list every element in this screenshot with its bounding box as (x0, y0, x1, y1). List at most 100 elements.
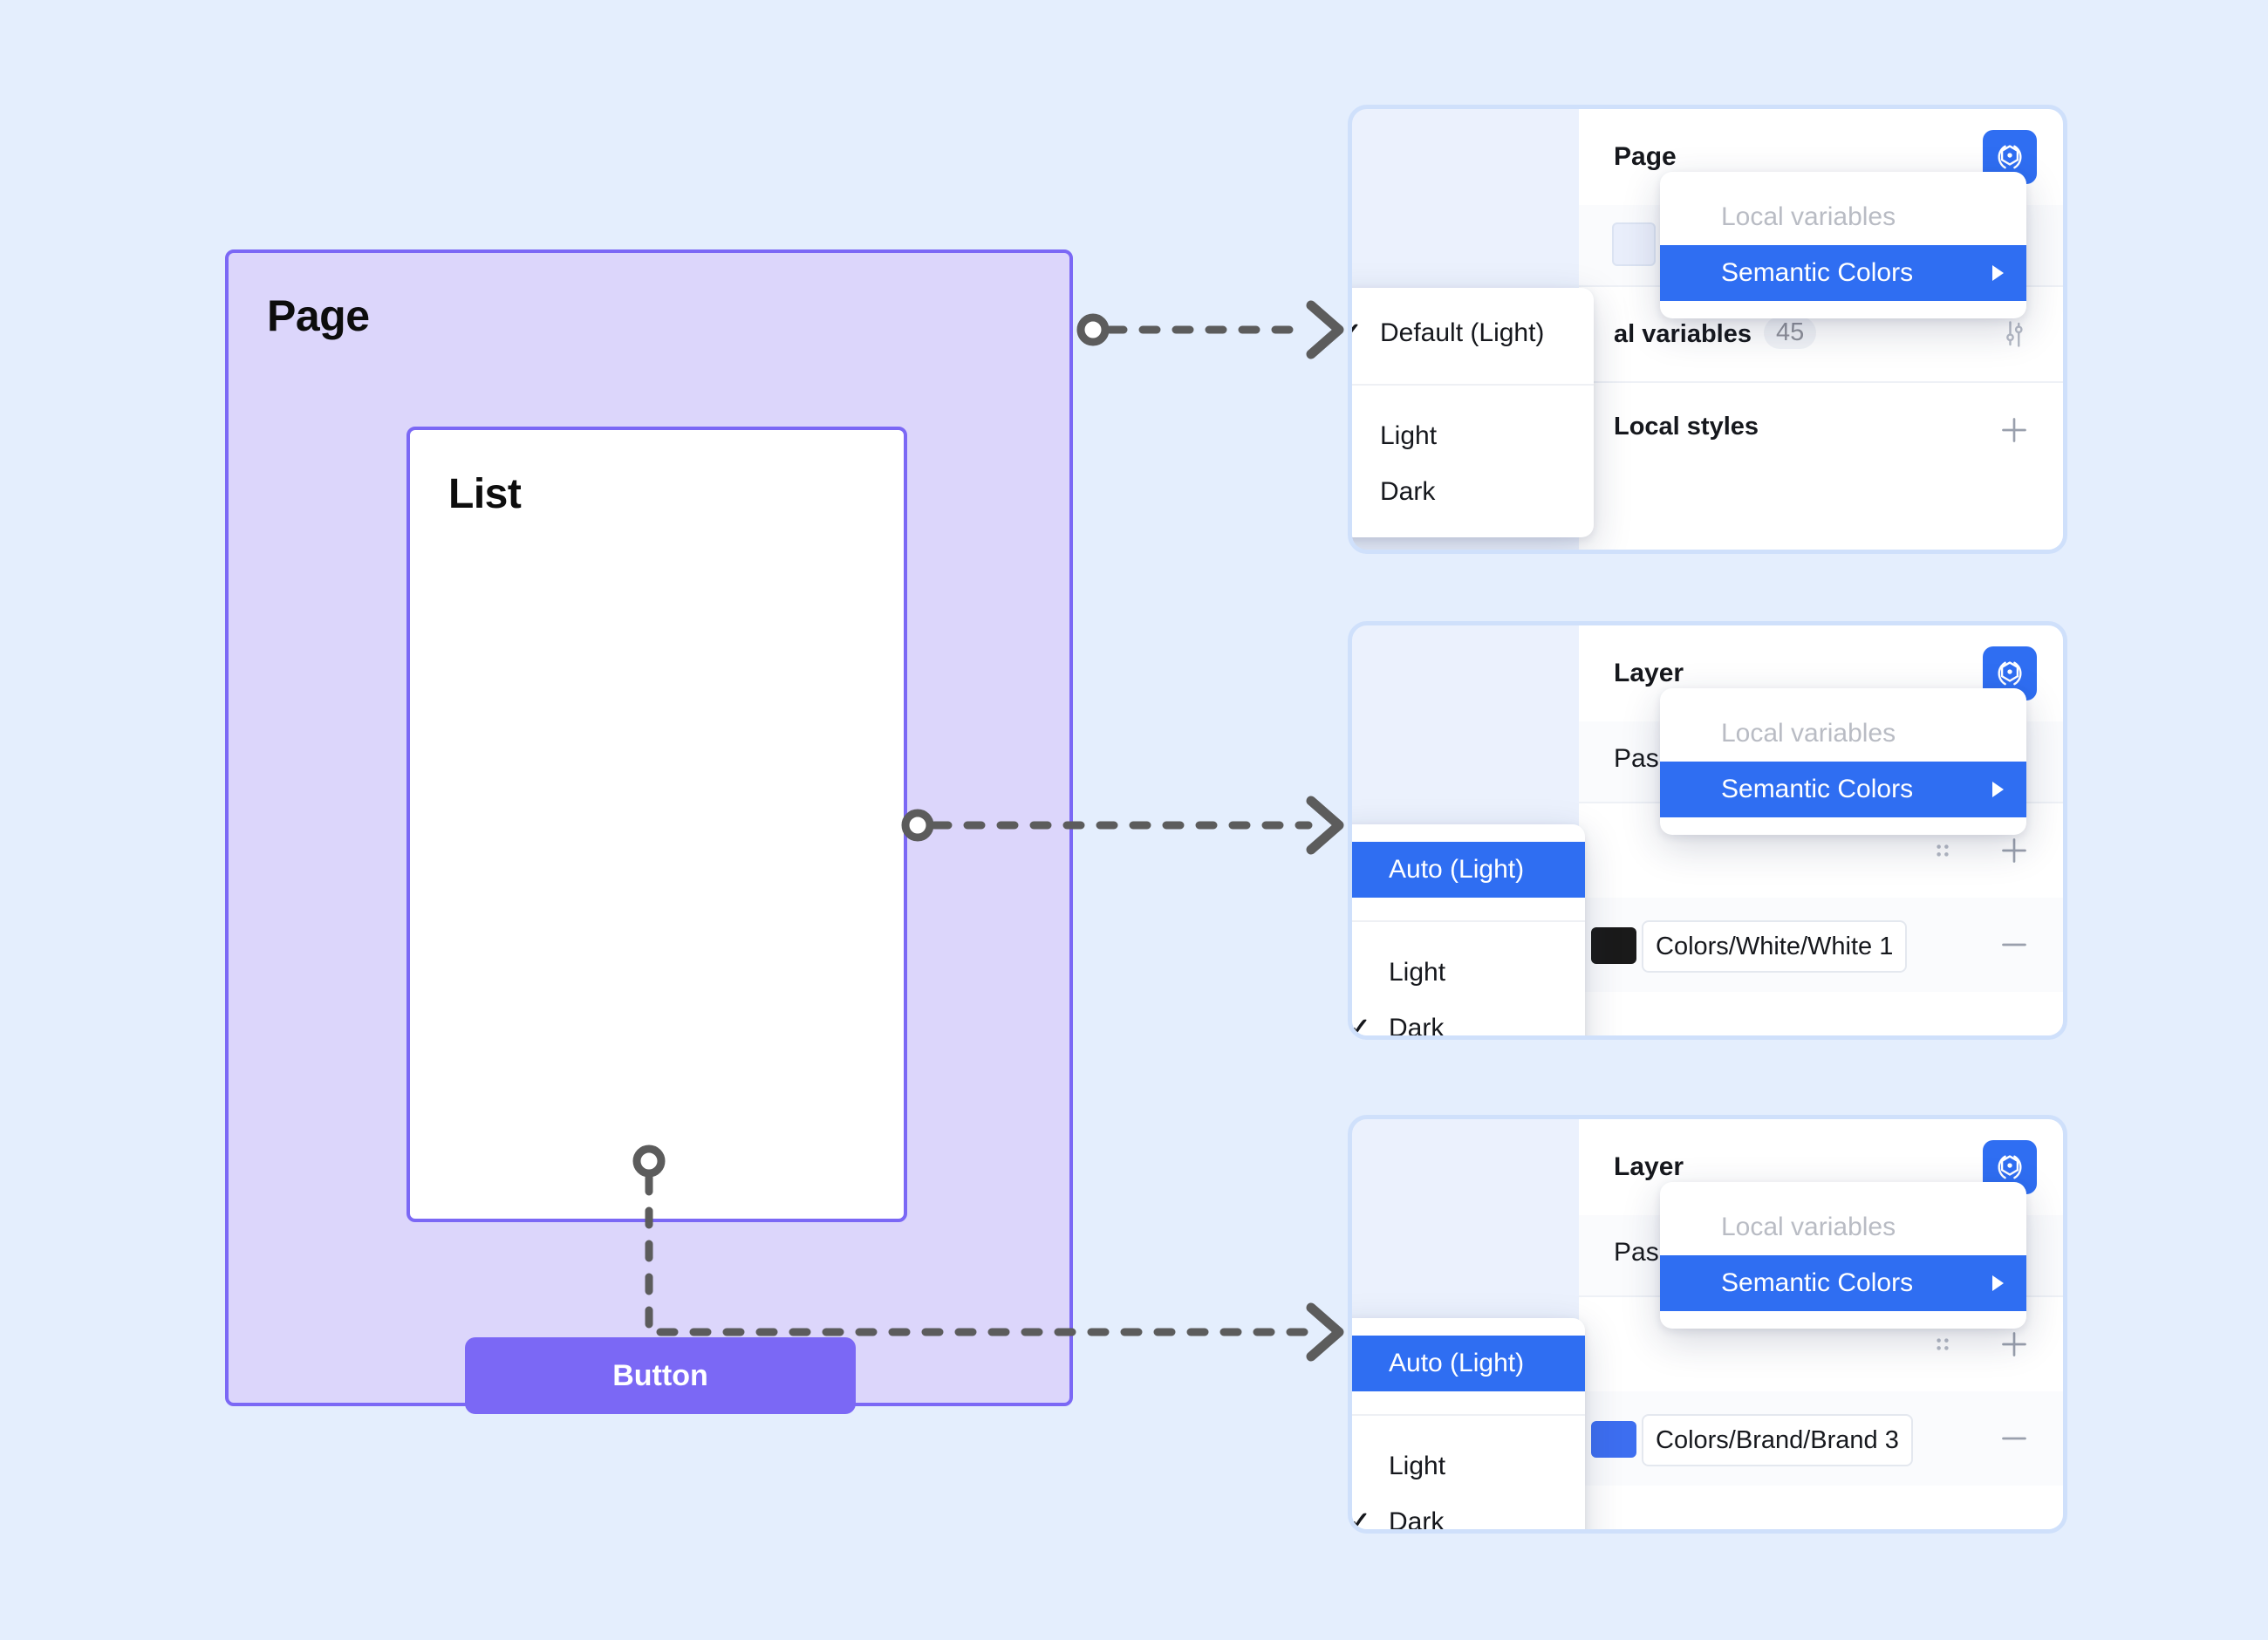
sliders-icon-button[interactable] (1995, 315, 2033, 353)
menu-item-label: Light (1380, 421, 1438, 450)
page-frame-title: Page (267, 291, 370, 340)
menu-item-light[interactable]: Light (1352, 1438, 1585, 1494)
variables-menu-layer-brand[interactable]: Local variables Semantic Colors (1660, 1182, 2026, 1329)
menu-item-local-variables[interactable]: Local variables (1660, 706, 2026, 762)
menu-item-label: Semantic Colors (1721, 775, 1914, 803)
fill-variable-chip[interactable]: Colors/Brand/Brand 3 (1642, 1414, 1913, 1466)
menu-separator (1352, 1414, 1585, 1416)
menu-spacer (1660, 1311, 2026, 1329)
reorder-fills-button[interactable] (1923, 1325, 1962, 1363)
menu-spacer (1352, 288, 1594, 305)
menu-item-auto-light[interactable]: Auto (Light) (1352, 1336, 1585, 1391)
variables-icon (1998, 1155, 2022, 1179)
blend-mode-label: Pas (1614, 1238, 1659, 1267)
list-frame-title: List (448, 471, 522, 517)
menu-item-semantic-colors[interactable]: Semantic Colors (1660, 762, 2026, 817)
menu-item-dark[interactable]: ✓ Dark (1349, 1001, 1585, 1040)
menu-item-dark[interactable]: ✓ Dark (1349, 1494, 1585, 1534)
local-variables-count: 45 (1764, 317, 1817, 349)
add-fill-button[interactable] (1995, 831, 2033, 870)
fill-variable-name: Colors/Brand/Brand 3 (1656, 1425, 1899, 1454)
plus-icon (2002, 418, 2026, 442)
menu-item-label: Dark (1389, 1014, 1445, 1040)
reorder-fills-button[interactable] (1923, 831, 1962, 870)
mode-menu-page[interactable]: ✓ Default (Light) Light Dark (1352, 288, 1594, 537)
chevron-right-icon (1992, 782, 2004, 797)
local-variables-label: al variables 45 (1614, 317, 1817, 349)
connector-origin-dot-page (1076, 313, 1110, 346)
menu-item-light[interactable]: Light (1352, 408, 1594, 464)
variables-menu-page[interactable]: Local variables Semantic Colors (1660, 172, 2026, 318)
local-styles-row[interactable]: Local styles (1579, 383, 2063, 477)
fill-swatch[interactable] (1591, 927, 1636, 964)
panel-title: Layer (1614, 1152, 1684, 1181)
inspector-panel-page[interactable]: Page al variables 45 Local styles Local … (1348, 105, 2067, 554)
menu-item-auto-light[interactable]: Auto (Light) (1352, 842, 1585, 898)
minus-icon (2002, 943, 2026, 946)
remove-fill-button[interactable] (1995, 1419, 2033, 1458)
menu-spacer (1352, 824, 1585, 842)
plus-icon (2002, 1332, 2026, 1356)
menu-item-local-variables[interactable]: Local variables (1660, 189, 2026, 245)
inspector-panel-layer-brand[interactable]: Layer Pas Colors/Brand/Brand 3 Local var… (1348, 1115, 2067, 1534)
fill-swatch[interactable] (1591, 1421, 1636, 1458)
canvas-button[interactable]: Button (465, 1337, 856, 1414)
menu-spacer (1352, 391, 1594, 408)
menu-spacer (1352, 520, 1594, 537)
remove-fill-button[interactable] (1995, 926, 2033, 964)
fill-row[interactable]: Colors/White/White 1 (1579, 898, 2063, 992)
menu-item-label: Semantic Colors (1721, 1268, 1914, 1297)
local-styles-label: Local styles (1614, 413, 1759, 441)
connector-arrow-page (1306, 300, 1344, 359)
connector-arrow-button (1306, 1302, 1344, 1362)
menu-spacer (1352, 927, 1585, 945)
chevron-right-icon (1992, 265, 2004, 281)
blend-mode-label: Pas (1614, 744, 1659, 773)
inspector-panel-layer-white[interactable]: Layer Pas Colors/White/White 1 Local var… (1348, 621, 2067, 1040)
menu-item-light[interactable]: Light (1352, 945, 1585, 1001)
page-frame[interactable]: Page List Button (225, 249, 1073, 1414)
check-icon: ✓ (1349, 1507, 1371, 1534)
menu-separator (1352, 920, 1585, 922)
variables-icon (1998, 661, 2022, 686)
menu-item-dark[interactable]: Dark (1352, 464, 1594, 520)
menu-item-semantic-colors[interactable]: Semantic Colors (1660, 1255, 2026, 1311)
sliders-icon (2006, 321, 2023, 347)
canvas-stage: Page List Button Page al variables 45 Lo… (0, 0, 2268, 1640)
menu-item-label: Local variables (1721, 719, 1896, 748)
menu-spacer (1352, 361, 1594, 379)
menu-item-label: Auto (Light) (1389, 1349, 1525, 1377)
mode-menu-layer-white[interactable]: Auto (Light) Light ✓ Dark (1349, 824, 1585, 1040)
menu-item-label: Semantic Colors (1721, 258, 1914, 287)
add-fill-button[interactable] (1995, 1325, 2033, 1363)
check-icon: ✓ (1352, 320, 1362, 346)
add-style-button[interactable] (1995, 411, 2033, 449)
menu-spacer (1660, 172, 2026, 189)
menu-separator (1352, 384, 1594, 386)
menu-item-label: Local variables (1721, 202, 1896, 231)
menu-item-semantic-colors[interactable]: Semantic Colors (1660, 245, 2026, 301)
fill-row[interactable]: Colors/Brand/Brand 3 (1579, 1391, 2063, 1486)
menu-item-label: Local variables (1721, 1213, 1896, 1241)
menu-spacer (1660, 688, 2026, 706)
menu-item-label: Dark (1389, 1507, 1445, 1534)
menu-spacer (1352, 898, 1585, 915)
menu-spacer (1352, 1421, 1585, 1438)
list-frame[interactable]: List Button (406, 427, 907, 1414)
fill-variable-chip[interactable]: Colors/White/White 1 (1642, 920, 1908, 973)
panel-title: Layer (1614, 659, 1684, 687)
menu-spacer (1352, 1391, 1585, 1409)
variables-menu-layer-white[interactable]: Local variables Semantic Colors (1660, 688, 2026, 835)
local-variables-text: al variables (1614, 320, 1752, 348)
menu-spacer (1660, 301, 2026, 318)
menu-item-label: Dark (1380, 477, 1436, 506)
connector-arrow-list (1306, 796, 1344, 855)
menu-item-default-light[interactable]: ✓ Default (Light) (1352, 305, 1594, 361)
mode-menu-layer-brand[interactable]: Auto (Light) Light ✓ Dark (1349, 1318, 1585, 1534)
page-color-swatch[interactable] (1612, 222, 1656, 266)
menu-item-local-variables[interactable]: Local variables (1660, 1199, 2026, 1255)
drag-dots-icon (1937, 1338, 1949, 1350)
check-icon: ✓ (1349, 1014, 1371, 1040)
fill-variable-name: Colors/White/White 1 (1656, 932, 1894, 960)
menu-spacer (1660, 817, 2026, 835)
